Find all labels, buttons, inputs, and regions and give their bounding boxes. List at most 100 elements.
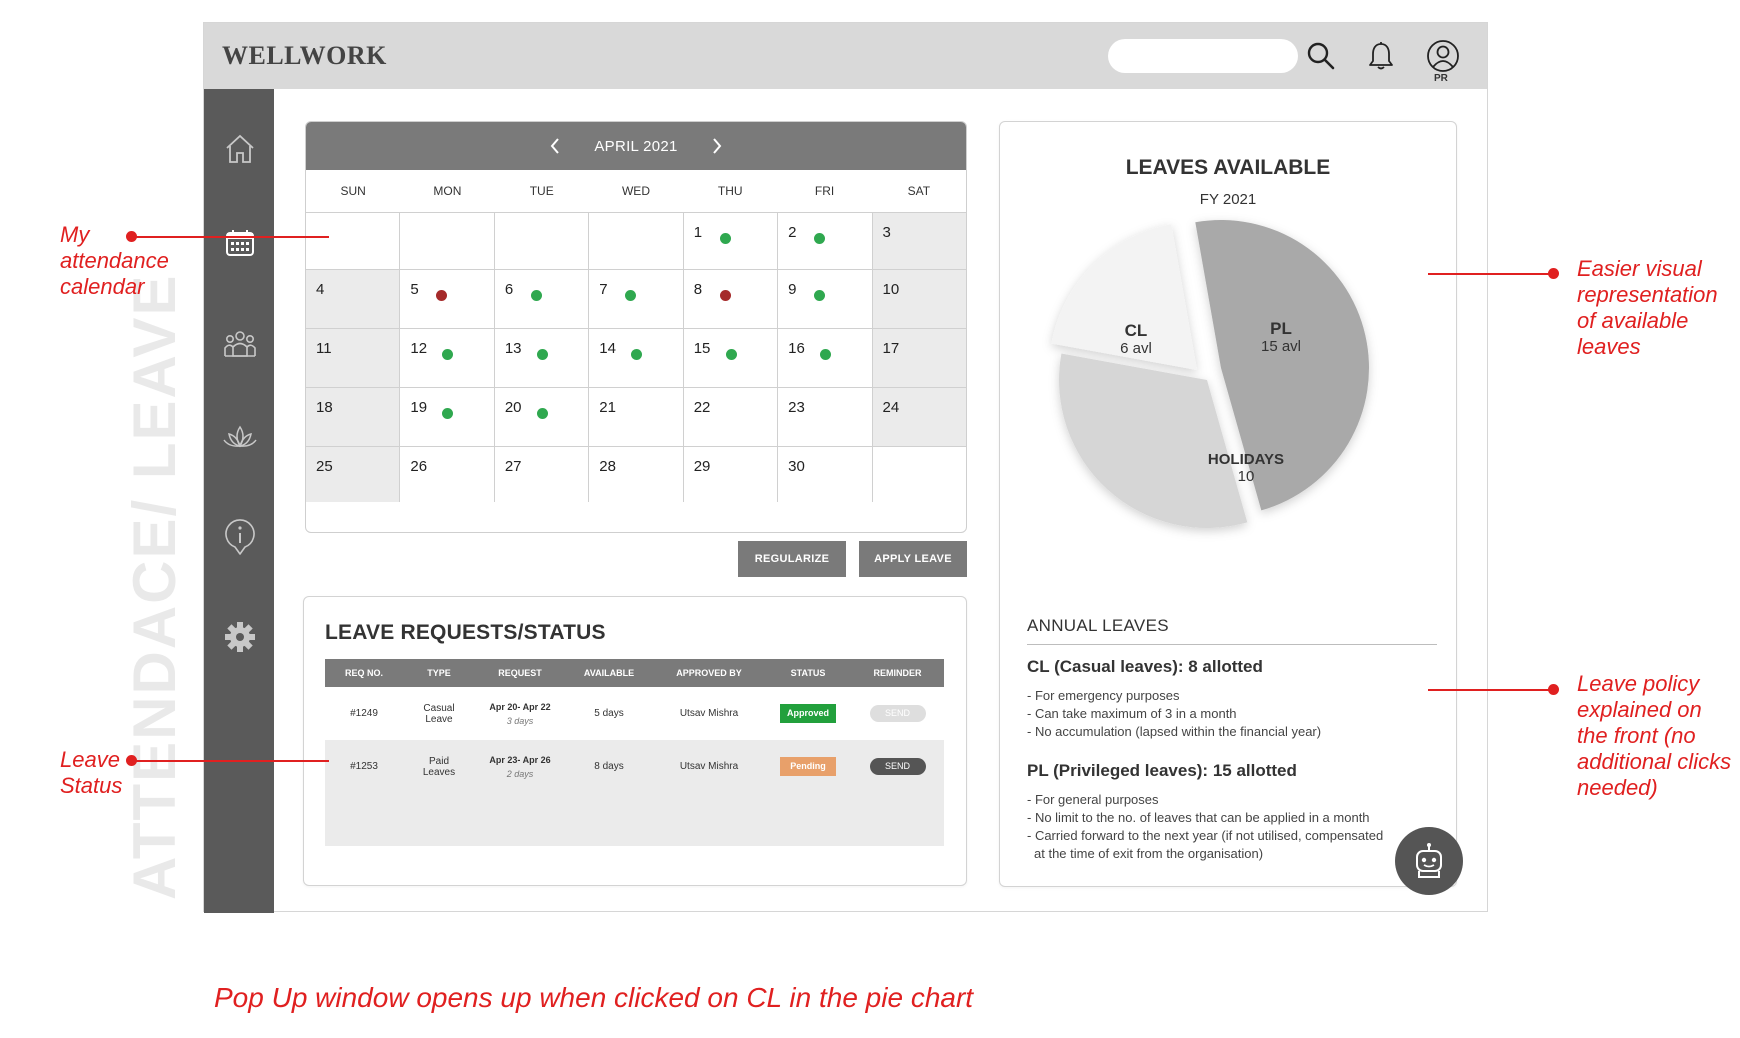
calendar-day-number: 30 bbox=[788, 458, 805, 475]
calendar-week-row: 11 12 13 14 15 16 17 bbox=[306, 328, 966, 387]
request-duration: 2 days bbox=[506, 768, 534, 779]
pie-slice-value: 15 avl bbox=[1261, 338, 1301, 355]
calendar-day[interactable]: 24 bbox=[872, 388, 966, 446]
calendar-day[interactable]: 2 bbox=[778, 213, 873, 269]
calendar-day[interactable]: 28 bbox=[589, 447, 684, 502]
home-icon bbox=[226, 134, 254, 163]
request-number: #1249 bbox=[350, 708, 378, 719]
calendar-day[interactable]: 25 bbox=[306, 447, 401, 502]
present-dot bbox=[820, 349, 832, 360]
annotation-dot bbox=[1548, 684, 1559, 695]
calendar-day[interactable]: 19 bbox=[400, 388, 495, 446]
user-initials: PR bbox=[1434, 73, 1448, 84]
calendar-day-number: 16 bbox=[788, 340, 805, 357]
status-badge: Approved bbox=[780, 704, 836, 723]
user-avatar-icon[interactable] bbox=[1426, 39, 1460, 73]
calendar-day bbox=[306, 213, 401, 269]
calendar-day[interactable]: 6 bbox=[495, 270, 590, 328]
calendar-day-number: 1 bbox=[693, 224, 703, 241]
column-header: REQ NO. bbox=[344, 668, 383, 678]
calendar-day[interactable]: 21 bbox=[589, 388, 684, 446]
leave-requests-title: LEAVE REQUESTS/STATUS bbox=[325, 621, 606, 644]
calendar-day[interactable]: 13 bbox=[495, 329, 590, 387]
bell-icon[interactable] bbox=[1364, 39, 1398, 73]
policy-point: - Carried forward to the next year (if n… bbox=[1027, 828, 1384, 843]
table-row[interactable]: #1253 Paid Leaves Apr 23- Apr 26 2 days 8 da… bbox=[325, 740, 944, 793]
calendar-day-number: 8 bbox=[693, 281, 703, 298]
calendar-day[interactable]: 26 bbox=[400, 447, 495, 502]
present-dot bbox=[814, 290, 826, 301]
regularize-button[interactable]: REGULARIZE bbox=[738, 541, 846, 577]
policy-point: - Can take maximum of 3 in a month bbox=[1027, 706, 1237, 721]
sidebar-item-info[interactable] bbox=[222, 519, 258, 555]
calendar-day-number: 12 bbox=[410, 340, 428, 357]
annotation-line bbox=[1428, 689, 1556, 691]
calendar-day[interactable]: 27 bbox=[495, 447, 590, 502]
request-range: Apr 23- Apr 26 bbox=[489, 754, 551, 765]
team-icon bbox=[224, 331, 256, 357]
calendar-day bbox=[400, 213, 495, 269]
calendar-day[interactable]: 20 bbox=[495, 388, 590, 446]
annotation-line bbox=[1428, 273, 1556, 275]
search-input[interactable] bbox=[1108, 39, 1298, 73]
calendar-day[interactable]: 29 bbox=[684, 447, 779, 502]
calendar-day[interactable]: 30 bbox=[778, 447, 873, 502]
send-reminder-button[interactable]: SEND bbox=[869, 758, 926, 775]
calendar-day[interactable]: 17 bbox=[872, 329, 966, 387]
calendar-day[interactable]: 10 bbox=[872, 270, 966, 328]
calendar-day[interactable]: 23 bbox=[778, 388, 873, 446]
cl-policy-heading: CL (Casual leaves): 8 allotted bbox=[1027, 657, 1263, 676]
calendar-day[interactable]: 11 bbox=[306, 329, 401, 387]
calendar-day-number: 15 bbox=[693, 340, 711, 357]
calendar-day[interactable]: 18 bbox=[306, 388, 401, 446]
search-icon[interactable] bbox=[1304, 39, 1338, 73]
calendar-day[interactable]: 15 bbox=[684, 329, 779, 387]
calendar-day-number: 27 bbox=[504, 458, 522, 475]
calendar-day[interactable]: 16 bbox=[778, 329, 873, 387]
policy-point: at the time of exit from the organisatio… bbox=[1034, 846, 1264, 861]
present-dot bbox=[442, 408, 454, 419]
table-header: REQ NO. TYPE REQUEST AVAILABLE APPROVED BY ST… bbox=[325, 659, 944, 687]
calendar-day-number: 22 bbox=[693, 399, 711, 416]
present-dot bbox=[719, 233, 731, 244]
policy-point: - For emergency purposes bbox=[1027, 688, 1180, 703]
table-row[interactable]: #1249 Casual Leave Apr 20- Apr 22 3 days 5 d… bbox=[325, 687, 944, 740]
chatbot-button[interactable] bbox=[1395, 827, 1463, 895]
calendar-day[interactable]: 7 bbox=[589, 270, 684, 328]
pl-policy-heading: PL (Privileged leaves): 15 allotted bbox=[1027, 761, 1297, 780]
pl-policy: PL (Privileged leaves): 15 allotted - Fo… bbox=[1027, 761, 1437, 863]
calendar-day[interactable]: 14 bbox=[589, 329, 684, 387]
sidebar-item-home[interactable] bbox=[222, 131, 258, 167]
request-range: Apr 20- Apr 22 bbox=[489, 701, 551, 712]
policy-point: - For general purposes bbox=[1027, 792, 1159, 807]
send-reminder-button[interactable]: SEND bbox=[869, 705, 926, 722]
sidebar-item-team[interactable] bbox=[222, 325, 258, 361]
calendar-day[interactable]: 5 bbox=[400, 270, 495, 328]
available-days: 5 days bbox=[594, 708, 624, 719]
calendar-day-number: 10 bbox=[882, 281, 900, 298]
sidebar-item-calendar[interactable] bbox=[222, 225, 258, 261]
leave-type: Paid Leaves bbox=[422, 755, 456, 778]
present-dot bbox=[530, 290, 542, 301]
sidebar-item-settings[interactable] bbox=[222, 619, 258, 655]
calendar-day bbox=[589, 213, 684, 269]
calendar-day[interactable]: 8 bbox=[684, 270, 779, 328]
weekday-label: WED bbox=[621, 184, 650, 198]
available-days: 8 days bbox=[594, 761, 624, 772]
calendar-grid: 1 2 3 4 5 6 7 8 9 10 11 12 13 14 15 16 17 18 19 20 21 22 23 24 2… bbox=[306, 212, 966, 502]
apply-leave-button[interactable]: APPLY LEAVE bbox=[859, 541, 967, 577]
pie-slice-holidays[interactable] bbox=[1059, 353, 1248, 528]
calendar-day[interactable]: 9 bbox=[778, 270, 873, 328]
brand-logo[interactable]: WELLWORK bbox=[222, 41, 387, 71]
next-month-button[interactable] bbox=[700, 129, 734, 163]
weekday-label: FRI bbox=[814, 184, 835, 198]
calendar-day[interactable]: 3 bbox=[872, 213, 966, 269]
prev-month-button[interactable] bbox=[538, 129, 572, 163]
calendar-week-row: 1 2 3 bbox=[306, 212, 966, 269]
sidebar-item-wellness[interactable] bbox=[222, 419, 258, 455]
calendar-day[interactable]: 4 bbox=[306, 270, 401, 328]
calendar-day[interactable]: 1 bbox=[684, 213, 779, 269]
calendar-day[interactable]: 22 bbox=[684, 388, 779, 446]
calendar-day[interactable]: 12 bbox=[400, 329, 495, 387]
annual-leaves-heading: ANNUAL LEAVES bbox=[1027, 616, 1169, 635]
